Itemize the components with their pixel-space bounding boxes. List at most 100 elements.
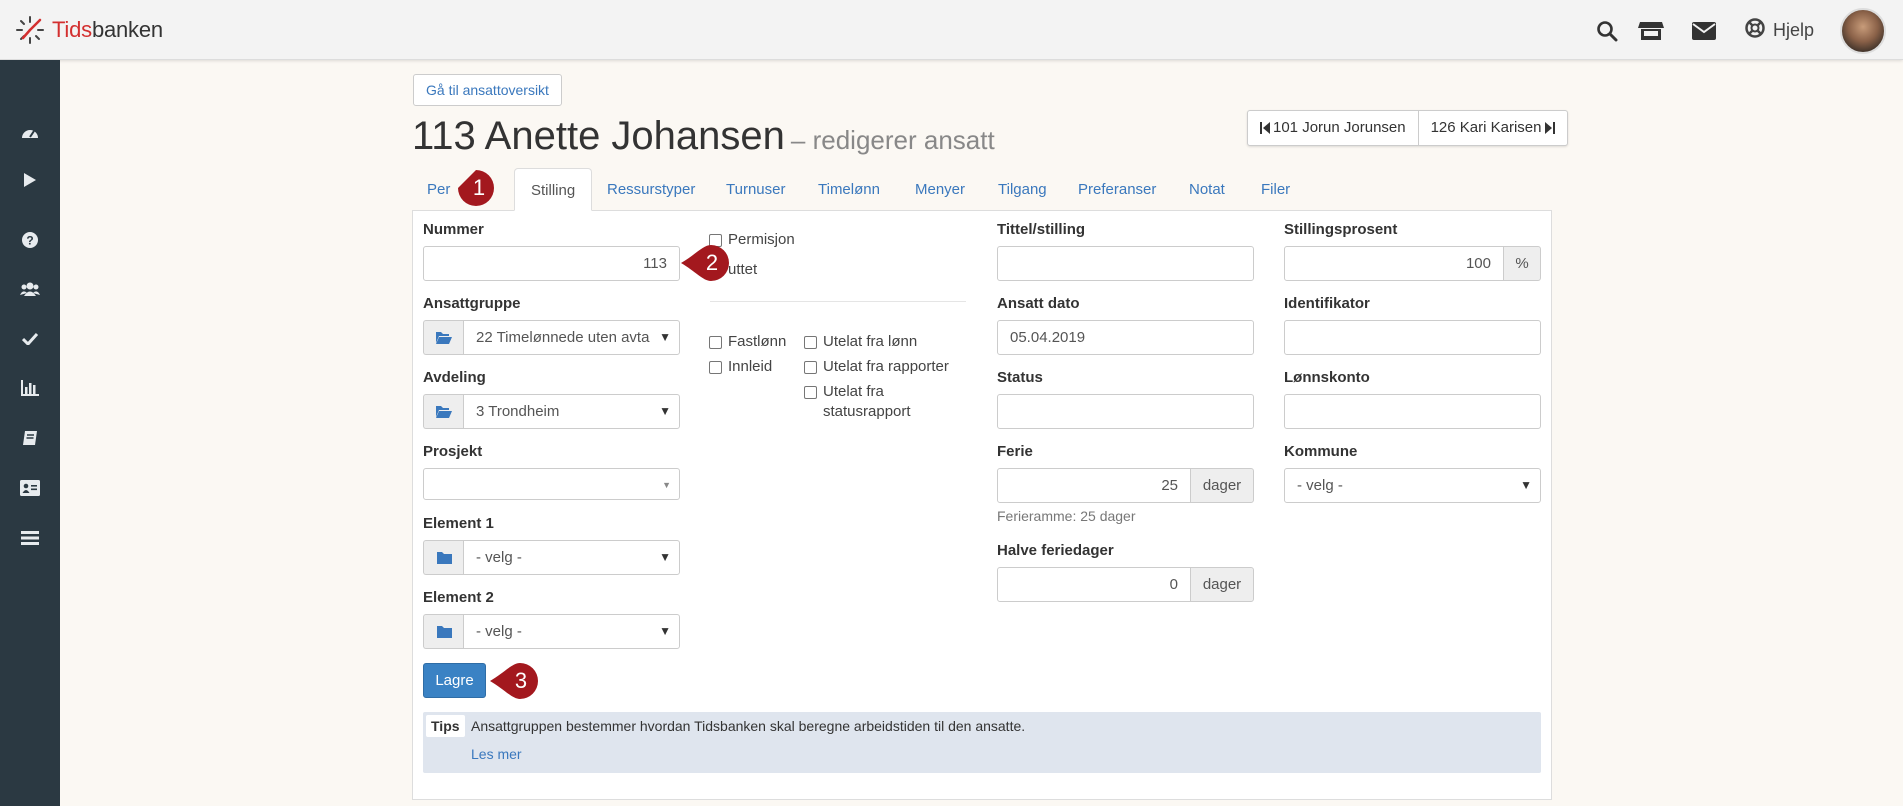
svg-text:?: ?: [26, 234, 33, 248]
avdeling-label: Avdeling: [423, 369, 486, 386]
previous-employee-button[interactable]: 101 Jorun Jorunsen: [1248, 111, 1418, 145]
avdeling-select[interactable]: 3 Trondheim ▼: [463, 394, 680, 429]
avdeling-value: 3 Trondheim: [476, 403, 560, 420]
folder-icon[interactable]: [423, 540, 464, 575]
halve-feriedager-unit: dager: [1190, 567, 1254, 602]
tab-notat[interactable]: Notat: [1189, 168, 1225, 211]
ansatt-dato-input[interactable]: 05.04.2019: [997, 320, 1254, 355]
tab-ressurstyper[interactable]: Ressurstyper: [607, 168, 695, 211]
ferie-label: Ferie: [997, 443, 1033, 460]
halve-feriedager-input[interactable]: 0: [997, 567, 1191, 602]
search-icon[interactable]: [1594, 18, 1620, 44]
utelat-rapporter-checkbox[interactable]: Utelat fra rapporter: [804, 357, 949, 377]
ansattgruppe-label: Ansattgruppe: [423, 295, 521, 312]
check-icon[interactable]: [18, 327, 42, 351]
utelat-lonn-checkbox[interactable]: Utelat fra lønn: [804, 332, 917, 352]
lifebuoy-icon: [1745, 18, 1765, 43]
employee-tabs: Per Stilling Ressurstyper Turnuser Timel…: [412, 168, 1552, 211]
open-folder-icon[interactable]: [423, 320, 464, 355]
checkbox-box[interactable]: [709, 336, 722, 349]
nummer-label: Nummer: [423, 221, 484, 238]
divider: [710, 301, 966, 302]
lonnskonto-input[interactable]: [1284, 394, 1541, 429]
tab-personalia[interactable]: Per: [427, 168, 450, 211]
step-forward-icon: [1544, 122, 1555, 134]
help-link[interactable]: Hjelp: [1745, 18, 1814, 43]
tab-menyer[interactable]: Menyer: [915, 168, 965, 211]
read-more-link[interactable]: Les mer: [471, 743, 522, 765]
element2-value: - velg -: [476, 623, 522, 640]
ferie-input[interactable]: 25: [997, 468, 1191, 503]
utelat-status-checkbox[interactable]: Utelat fra statusrapport: [804, 382, 911, 422]
tab-turnuser[interactable]: Turnuser: [726, 168, 785, 211]
checkbox-box[interactable]: [804, 336, 817, 349]
mail-icon[interactable]: [1691, 18, 1717, 44]
ansattgruppe-select[interactable]: 22 Timelønnede uten avta ▼: [463, 320, 680, 355]
kommune-label: Kommune: [1284, 443, 1358, 460]
question-icon[interactable]: ?: [18, 228, 42, 252]
open-folder-icon[interactable]: [423, 394, 464, 429]
identifikator-input[interactable]: [1284, 320, 1541, 355]
chevron-down-icon: ▼: [659, 624, 671, 638]
tittel-label: Tittel/stilling: [997, 221, 1086, 238]
utelat-lonn-label: Utelat fra lønn: [823, 333, 918, 350]
book-icon[interactable]: [18, 426, 42, 450]
callout-marker-2: 2: [681, 243, 729, 283]
innleid-label: Innleid: [728, 358, 773, 375]
fastlonn-checkbox[interactable]: Fastlønn: [709, 332, 786, 352]
user-avatar[interactable]: [1840, 8, 1886, 54]
ansattgruppe-value: 22 Timelønnede uten avta: [476, 329, 650, 346]
element2-select[interactable]: - velg - ▼: [463, 614, 680, 649]
play-icon[interactable]: [18, 168, 42, 192]
step-backward-icon: [1260, 122, 1270, 134]
tab-preferanser[interactable]: Preferanser: [1078, 168, 1156, 211]
id-card-icon[interactable]: [18, 476, 42, 500]
utelat-rapporter-label: Utelat fra rapporter: [823, 358, 949, 375]
element1-select[interactable]: - velg - ▼: [463, 540, 680, 575]
go-to-employee-overview-button[interactable]: Gå til ansattoversikt: [413, 74, 562, 106]
checkbox-box[interactable]: [804, 386, 817, 399]
bar-chart-icon[interactable]: [18, 376, 42, 400]
tab-timelonn[interactable]: Timelønn: [818, 168, 880, 211]
ferie-unit: dager: [1190, 468, 1254, 503]
kommune-select[interactable]: - velg - ▼: [1284, 468, 1541, 503]
page-subtitle: – redigerer ansatt: [790, 125, 995, 155]
status-input[interactable]: [997, 394, 1254, 429]
chevron-down-icon: ▼: [659, 550, 671, 564]
stillingsprosent-label: Stillingsprosent: [1284, 221, 1398, 238]
tittel-input[interactable]: [997, 246, 1254, 281]
lonnskonto-label: Lønnskonto: [1284, 369, 1370, 386]
chevron-down-icon: ▼: [1520, 478, 1532, 492]
checkbox-box[interactable]: [804, 361, 817, 374]
element1-label: Element 1: [423, 515, 494, 532]
status-label: Status: [997, 369, 1043, 386]
folder-icon[interactable]: [423, 614, 464, 649]
employee-pager: 101 Jorun Jorunsen 126 Kari Karisen: [1247, 110, 1568, 146]
tips-box: Tips Ansattgruppen bestemmer hvordan Tid…: [423, 712, 1541, 773]
element1-value: - velg -: [476, 549, 522, 566]
checkbox-box[interactable]: [709, 361, 722, 374]
save-button[interactable]: Lagre: [423, 663, 486, 698]
element2-label: Element 2: [423, 589, 494, 606]
ferieramme-text: Ferieramme: 25 dager: [997, 508, 1136, 524]
help-label: Hjelp: [1773, 20, 1815, 40]
tidsbanken-logo[interactable]: Tidsbanken: [14, 14, 163, 46]
list-icon[interactable]: [18, 526, 42, 550]
percent-unit: %: [1503, 246, 1541, 281]
tab-tilgang[interactable]: Tilgang: [998, 168, 1047, 211]
tab-stilling[interactable]: Stilling: [514, 168, 593, 211]
stillingsprosent-input[interactable]: 100: [1284, 246, 1504, 281]
users-icon[interactable]: [18, 277, 42, 301]
callout-marker-1: 1: [448, 168, 496, 208]
store-icon[interactable]: [1638, 18, 1664, 44]
ansatt-dato-label: Ansatt dato: [997, 295, 1080, 312]
innleid-checkbox[interactable]: Innleid: [709, 357, 772, 377]
tab-filer[interactable]: Filer: [1261, 168, 1290, 211]
prosjekt-select[interactable]: ▼: [423, 468, 680, 500]
nummer-input[interactable]: 113: [423, 246, 680, 281]
chevron-down-icon: ▼: [659, 404, 671, 418]
next-employee-button[interactable]: 126 Kari Karisen: [1417, 111, 1567, 145]
dashboard-icon[interactable]: [18, 120, 42, 144]
logo-clock-icon: [14, 14, 46, 46]
logo-text: Tidsbanken: [52, 17, 163, 42]
